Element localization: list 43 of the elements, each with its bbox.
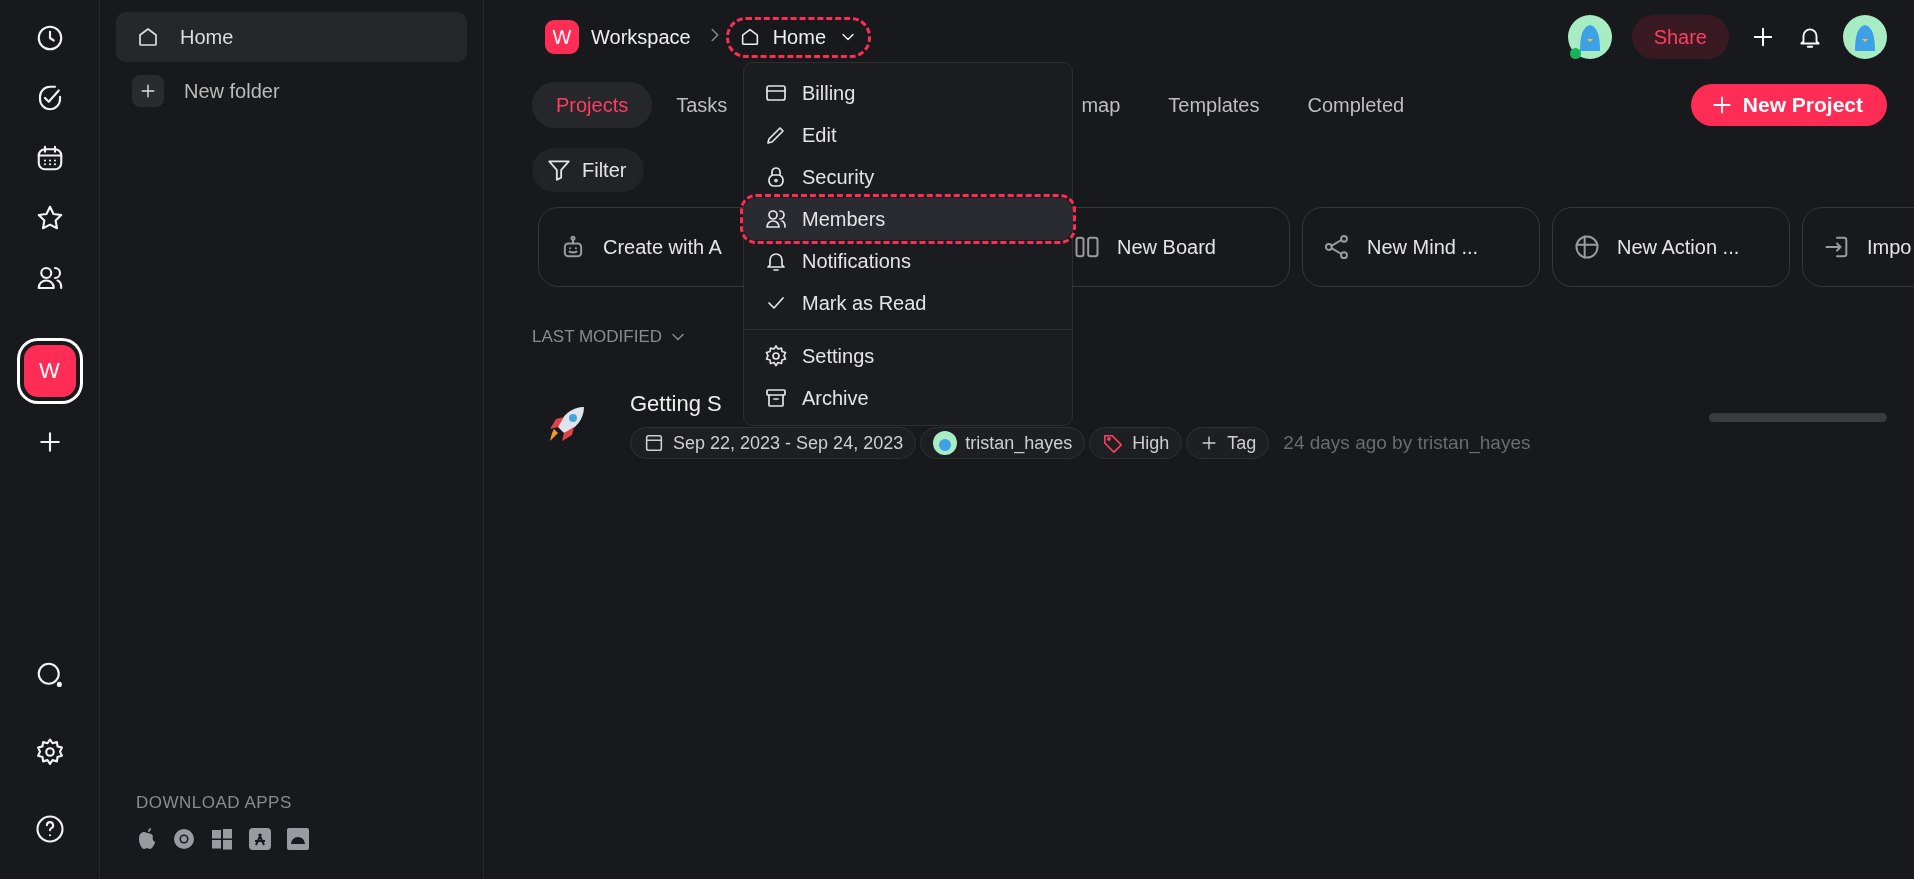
tab[interactable]: Completed — [1283, 82, 1429, 128]
project-title[interactable]: Getting S — [630, 391, 722, 417]
help-icon[interactable] — [34, 814, 65, 844]
filter-button[interactable]: Filter — [532, 148, 645, 192]
quick-action-card[interactable]: New Mind ... — [1302, 207, 1540, 287]
share-button[interactable]: Share — [1631, 15, 1729, 59]
tab[interactable]: Projects — [532, 82, 653, 128]
download-apps-label: DOWNLOAD APPS — [136, 793, 293, 813]
avatar[interactable] — [1567, 15, 1612, 59]
windows-icon[interactable] — [210, 827, 234, 851]
nodes-icon — [1323, 233, 1351, 261]
menu-item[interactable]: Settings — [744, 335, 1072, 377]
calendar-icon — [643, 432, 665, 454]
owner-chip[interactable]: tristan_hayes — [920, 427, 1086, 459]
filter-icon — [546, 157, 572, 183]
modified-info: 24 days ago by tristan_hayes — [1283, 432, 1531, 454]
new-folder-button[interactable]: New folder — [116, 66, 467, 116]
archive-icon — [764, 386, 788, 410]
new-project-button[interactable]: New Project — [1690, 84, 1887, 126]
apple-icon[interactable] — [136, 827, 158, 851]
home-icon — [136, 25, 160, 49]
settings-icon — [764, 344, 788, 368]
quick-action-card[interactable]: New Action ... — [1552, 207, 1790, 287]
breadcrumb-item[interactable]: Home — [725, 16, 872, 58]
app-store-icon[interactable] — [248, 827, 272, 851]
quick-action-card[interactable]: Impo — [1802, 207, 1914, 287]
date-chip[interactable]: Sep 22, 2023 - Sep 24, 2023 — [630, 427, 917, 459]
priority-tag[interactable]: High — [1089, 427, 1183, 459]
globe-icon — [1573, 233, 1601, 261]
settings-icon[interactable] — [34, 737, 65, 767]
tag-icon — [1102, 432, 1125, 454]
avatar — [933, 431, 958, 455]
tab[interactable]: map — [1069, 82, 1145, 128]
tab[interactable]: Templates — [1144, 82, 1284, 128]
sort-dropdown[interactable]: LAST MODIFIED — [532, 327, 689, 347]
avatar[interactable] — [1843, 15, 1887, 59]
sidebar-item[interactable]: Home — [116, 12, 467, 62]
workspace-logo: W — [545, 20, 579, 54]
add-tag-button[interactable]: Tag — [1186, 427, 1270, 459]
menu-item[interactable]: Archive — [744, 377, 1072, 419]
users-icon — [764, 207, 788, 231]
menu-item[interactable]: Security — [744, 156, 1072, 198]
breadcrumb-item[interactable]: W Workspace — [532, 11, 704, 63]
